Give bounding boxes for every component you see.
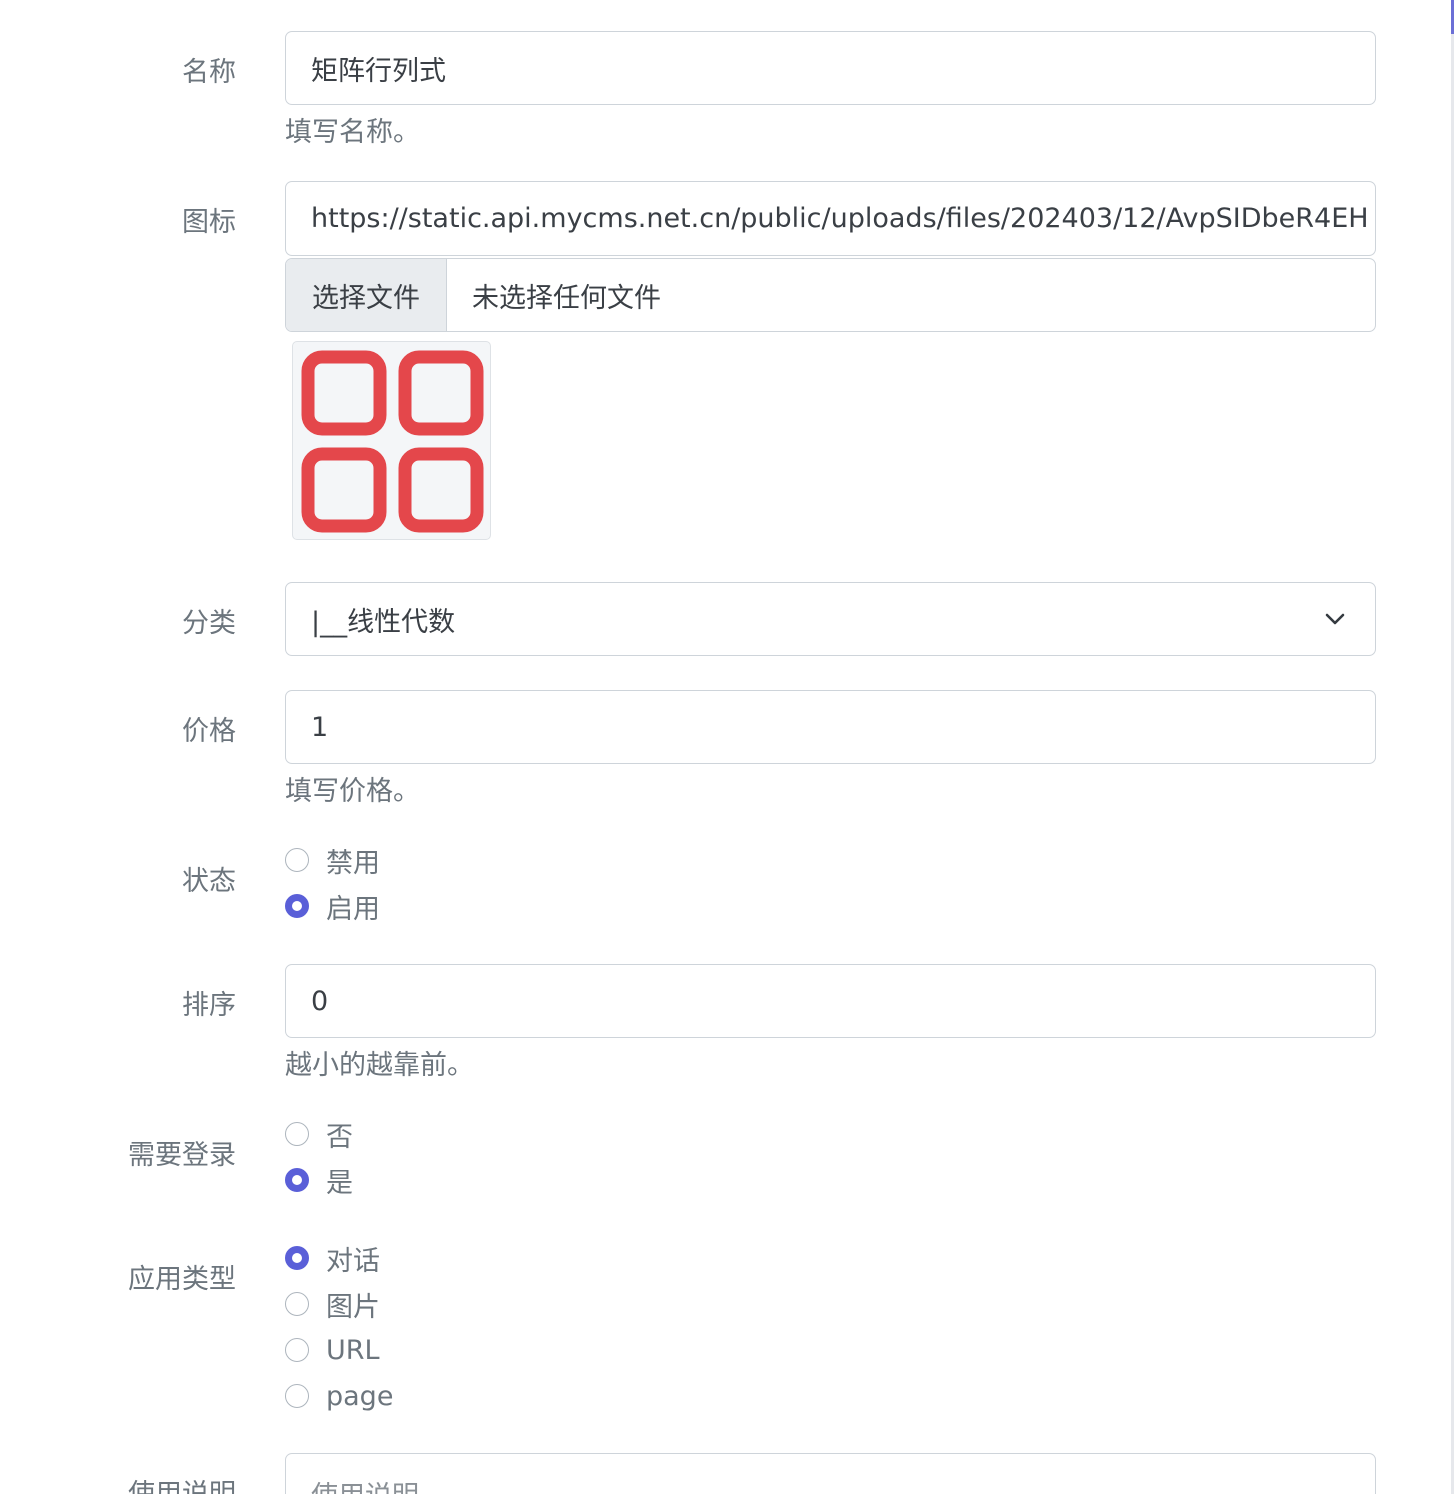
radio-button-checked[interactable] xyxy=(285,1246,309,1270)
price-label: 价格 xyxy=(182,716,236,747)
price-input[interactable]: 1 xyxy=(285,690,1376,764)
icon-label: 图标 xyxy=(182,207,236,238)
app-type-option-chat[interactable]: 对话 xyxy=(285,1243,380,1277)
radio-label: page xyxy=(326,1380,394,1412)
app-type-option-url[interactable]: URL xyxy=(285,1334,380,1366)
login-option-no[interactable]: 否 xyxy=(285,1119,353,1153)
category-select[interactable]: |__线性代数 xyxy=(285,582,1376,656)
status-option-disabled[interactable]: 禁用 xyxy=(285,845,380,879)
status-label: 状态 xyxy=(182,866,236,897)
file-status-text: 未选择任何文件 xyxy=(472,282,661,314)
usage-textarea[interactable]: 使用说明 xyxy=(285,1453,1376,1494)
name-help-text: 填写名称。 xyxy=(285,117,420,148)
status-option-enabled[interactable]: 启用 xyxy=(285,891,380,925)
radio-label: URL xyxy=(326,1334,380,1366)
usage-placeholder: 使用说明 xyxy=(311,1481,419,1494)
name-input[interactable]: 矩阵行列式 xyxy=(285,31,1376,105)
radio-label: 图片 xyxy=(326,1291,380,1323)
icon-file-picker[interactable]: 选择文件 未选择任何文件 xyxy=(285,258,1376,332)
radio-button[interactable] xyxy=(285,1338,309,1362)
category-label: 分类 xyxy=(182,608,236,639)
radio-label: 禁用 xyxy=(326,847,380,879)
radio-label: 是 xyxy=(326,1167,353,1199)
grid-four-squares-icon xyxy=(301,350,484,533)
sort-label: 排序 xyxy=(182,990,236,1021)
category-selected-value: |__线性代数 xyxy=(311,606,456,638)
radio-label: 对话 xyxy=(326,1245,380,1277)
usage-label: 使用说明 xyxy=(128,1472,236,1494)
app-type-option-image[interactable]: 图片 xyxy=(285,1289,380,1323)
name-input-value: 矩阵行列式 xyxy=(311,55,446,87)
login-required-label: 需要登录 xyxy=(128,1140,236,1171)
name-label: 名称 xyxy=(182,57,236,88)
sort-input[interactable]: 0 xyxy=(285,964,1376,1038)
radio-button[interactable] xyxy=(285,1292,309,1316)
sort-help-text: 越小的越靠前。 xyxy=(285,1050,474,1081)
chevron-down-icon xyxy=(1325,613,1345,625)
icon-url-value: https://static.api.mycms.net.cn/public/u… xyxy=(311,203,1369,234)
radio-label: 启用 xyxy=(326,893,380,925)
app-type-label: 应用类型 xyxy=(128,1264,236,1295)
radio-button-checked[interactable] xyxy=(285,1168,309,1192)
sort-input-value: 0 xyxy=(311,985,329,1017)
radio-button[interactable] xyxy=(285,1122,309,1146)
icon-url-input[interactable]: https://static.api.mycms.net.cn/public/u… xyxy=(285,181,1376,256)
radio-label: 否 xyxy=(326,1121,353,1153)
radio-button-checked[interactable] xyxy=(285,894,309,918)
price-input-value: 1 xyxy=(311,711,329,743)
choose-file-button[interactable]: 选择文件 xyxy=(286,259,447,331)
radio-button[interactable] xyxy=(285,848,309,872)
icon-preview xyxy=(292,341,491,540)
price-help-text: 填写价格。 xyxy=(285,776,420,807)
radio-button[interactable] xyxy=(285,1384,309,1408)
app-type-option-page[interactable]: page xyxy=(285,1380,394,1412)
app-edit-form: 名称 矩阵行列式 填写名称。 图标 https://static.api.myc… xyxy=(0,0,1454,1494)
login-option-yes[interactable]: 是 xyxy=(285,1165,353,1199)
